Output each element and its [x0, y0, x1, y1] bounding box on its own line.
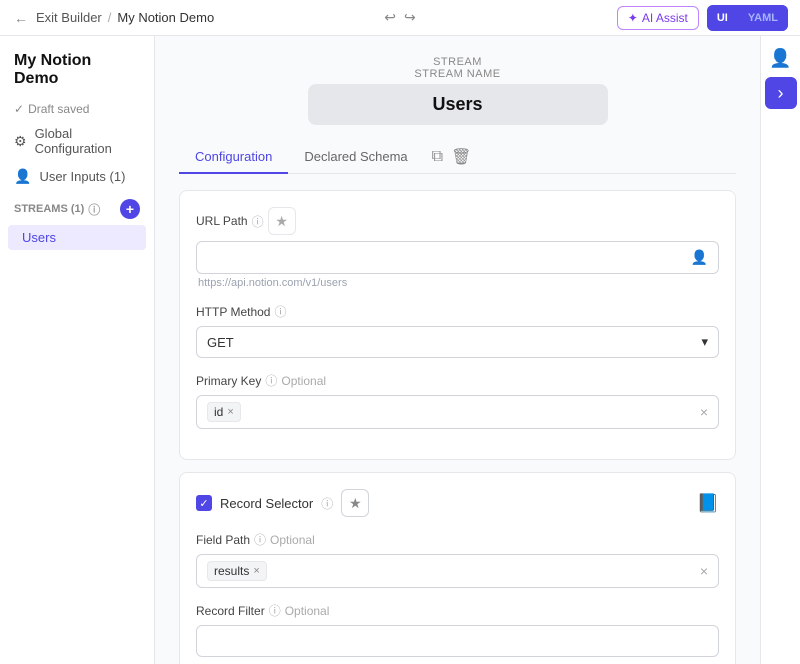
- ai-assist-button[interactable]: ✦ AI Assist: [617, 6, 699, 30]
- stream-name-label: Stream Name: [179, 68, 736, 80]
- draft-saved-text: Draft saved: [28, 102, 89, 116]
- record-filter-optional: Optional: [285, 604, 330, 618]
- record-selector-star-button[interactable]: ★: [341, 489, 369, 517]
- url-path-text-input[interactable]: v1/users: [207, 250, 691, 265]
- http-method-section: HTTP Method ⓘ GET ▾: [196, 303, 719, 358]
- topbar-right: ✦ AI Assist UI YAML: [617, 5, 788, 31]
- trash-icon[interactable]: 🗑: [451, 147, 471, 167]
- http-method-info-icon[interactable]: ⓘ: [274, 303, 286, 320]
- add-stream-button[interactable]: +: [120, 199, 140, 219]
- global-config-label: Global Configuration: [35, 126, 140, 156]
- clear-field-path-button[interactable]: ×: [700, 563, 708, 579]
- field-path-optional: Optional: [270, 533, 315, 547]
- primary-key-tag: id ×: [207, 402, 241, 422]
- url-path-card: URL Path ⓘ ★ v1/users 👤 https://api.noti…: [179, 190, 736, 460]
- right-rail: 👤 ›: [760, 36, 800, 664]
- undo-button[interactable]: ↩: [382, 7, 398, 28]
- record-filter-input[interactable]: [196, 625, 719, 657]
- url-path-input[interactable]: v1/users 👤: [196, 241, 719, 274]
- topbar-left: ← Exit Builder / My Notion Demo: [12, 8, 214, 28]
- tab-declared-schema[interactable]: Declared Schema: [288, 141, 423, 174]
- record-selector-card: Record Selector ⓘ ★ 📘 Field Path ⓘ Optio…: [179, 472, 736, 664]
- sidebar: My Notion Demo ✓ Draft saved ⚙ Global Co…: [0, 36, 155, 664]
- stream-header: Stream Stream Name Users: [179, 56, 736, 125]
- record-filter-label: Record Filter ⓘ Optional: [196, 602, 719, 619]
- primary-key-label: Primary Key ⓘ Optional: [196, 372, 719, 389]
- field-path-label: Field Path ⓘ Optional: [196, 531, 719, 548]
- field-path-section: Field Path ⓘ Optional results × ×: [196, 531, 719, 588]
- stream-name-value: Users: [308, 84, 608, 125]
- sidebar-stream-users[interactable]: Users: [8, 225, 146, 250]
- saved-label: ✓ Draft saved: [0, 98, 154, 120]
- chevron-down-icon: ▾: [701, 334, 708, 350]
- record-filter-info-icon[interactable]: ⓘ: [269, 602, 281, 619]
- layout: My Notion Demo ✓ Draft saved ⚙ Global Co…: [0, 36, 800, 664]
- sidebar-item-global-config[interactable]: ⚙ Global Configuration: [0, 120, 154, 162]
- record-selector-label: Record Selector: [220, 496, 313, 511]
- record-selector-checkbox[interactable]: [196, 495, 212, 511]
- ai-assist-label: AI Assist: [642, 11, 688, 25]
- record-selector-header: Record Selector ⓘ ★ 📘: [196, 489, 719, 517]
- ai-assist-star-icon: ✦: [628, 11, 638, 25]
- url-path-info-icon[interactable]: ⓘ: [252, 213, 264, 230]
- streams-label: STREAMS (1): [14, 203, 84, 215]
- field-path-tag: results ×: [207, 561, 267, 581]
- field-path-tag-remove-icon[interactable]: ×: [253, 565, 259, 577]
- record-selector-info-icon[interactable]: ⓘ: [321, 495, 333, 512]
- copy-icon[interactable]: ⧉: [432, 148, 443, 166]
- redo-button[interactable]: ↪: [402, 7, 418, 28]
- tag-remove-icon[interactable]: ×: [227, 406, 233, 418]
- sidebar-title: My Notion Demo: [0, 48, 154, 98]
- mode-toggle: UI YAML: [707, 5, 788, 31]
- primary-key-info-icon[interactable]: ⓘ: [265, 372, 277, 389]
- ui-mode-button[interactable]: UI: [707, 5, 738, 31]
- book-icon[interactable]: 📘: [697, 493, 719, 514]
- exit-builder-label: Exit Builder: [36, 10, 102, 25]
- http-method-select[interactable]: GET ▾: [196, 326, 719, 358]
- back-icon[interactable]: ←: [12, 8, 30, 28]
- primary-key-section: Primary Key ⓘ Optional id × ×: [196, 372, 719, 429]
- user-inputs-icon: 👤: [14, 168, 31, 185]
- yaml-mode-button[interactable]: YAML: [738, 5, 788, 31]
- http-method-label: HTTP Method ⓘ: [196, 303, 719, 320]
- user-inputs-label: User Inputs (1): [39, 169, 125, 184]
- url-path-label: URL Path ⓘ ★: [196, 207, 719, 235]
- http-method-value: GET: [207, 335, 234, 350]
- streams-section-header: STREAMS (1) ⓘ +: [0, 191, 154, 223]
- record-filter-text-input[interactable]: [207, 634, 708, 649]
- field-path-tags-left: results ×: [207, 561, 267, 581]
- user-profile-button[interactable]: 👤: [769, 48, 791, 69]
- tag-label: id: [214, 405, 223, 419]
- primary-key-tags-field[interactable]: id × ×: [196, 395, 719, 429]
- primary-key-optional: Optional: [281, 374, 326, 388]
- breadcrumb-label: My Notion Demo: [117, 10, 214, 25]
- expand-button[interactable]: ›: [765, 77, 797, 109]
- tab-configuration[interactable]: Configuration: [179, 141, 288, 174]
- field-path-tags-field[interactable]: results × ×: [196, 554, 719, 588]
- stream-users-label: Users: [22, 230, 56, 245]
- global-config-icon: ⚙: [14, 133, 27, 150]
- field-path-info-icon[interactable]: ⓘ: [254, 531, 266, 548]
- tab-icons: ⧉ 🗑: [432, 147, 472, 167]
- check-icon: ✓: [14, 102, 24, 116]
- stream-label: Stream: [179, 56, 736, 68]
- topbar-center: ↩ ↪: [382, 7, 417, 28]
- breadcrumb-separator: /: [108, 10, 112, 25]
- main-content: Stream Stream Name Users Configuration D…: [155, 36, 760, 664]
- sidebar-item-user-inputs[interactable]: 👤 User Inputs (1): [0, 162, 154, 191]
- streams-info-icon[interactable]: ⓘ: [88, 201, 100, 218]
- url-hint: https://api.notion.com/v1/users: [196, 277, 719, 289]
- url-path-section: URL Path ⓘ ★ v1/users 👤 https://api.noti…: [196, 207, 719, 289]
- field-path-tag-label: results: [214, 564, 249, 578]
- clear-primary-key-button[interactable]: ×: [700, 404, 708, 420]
- url-path-person-icon: 👤: [691, 249, 708, 266]
- url-path-star-button[interactable]: ★: [268, 207, 296, 235]
- tabs: Configuration Declared Schema ⧉ 🗑: [179, 141, 736, 174]
- topbar: ← Exit Builder / My Notion Demo ↩ ↪ ✦ AI…: [0, 0, 800, 36]
- record-filter-section: Record Filter ⓘ Optional: [196, 602, 719, 657]
- tags-left: id ×: [207, 402, 241, 422]
